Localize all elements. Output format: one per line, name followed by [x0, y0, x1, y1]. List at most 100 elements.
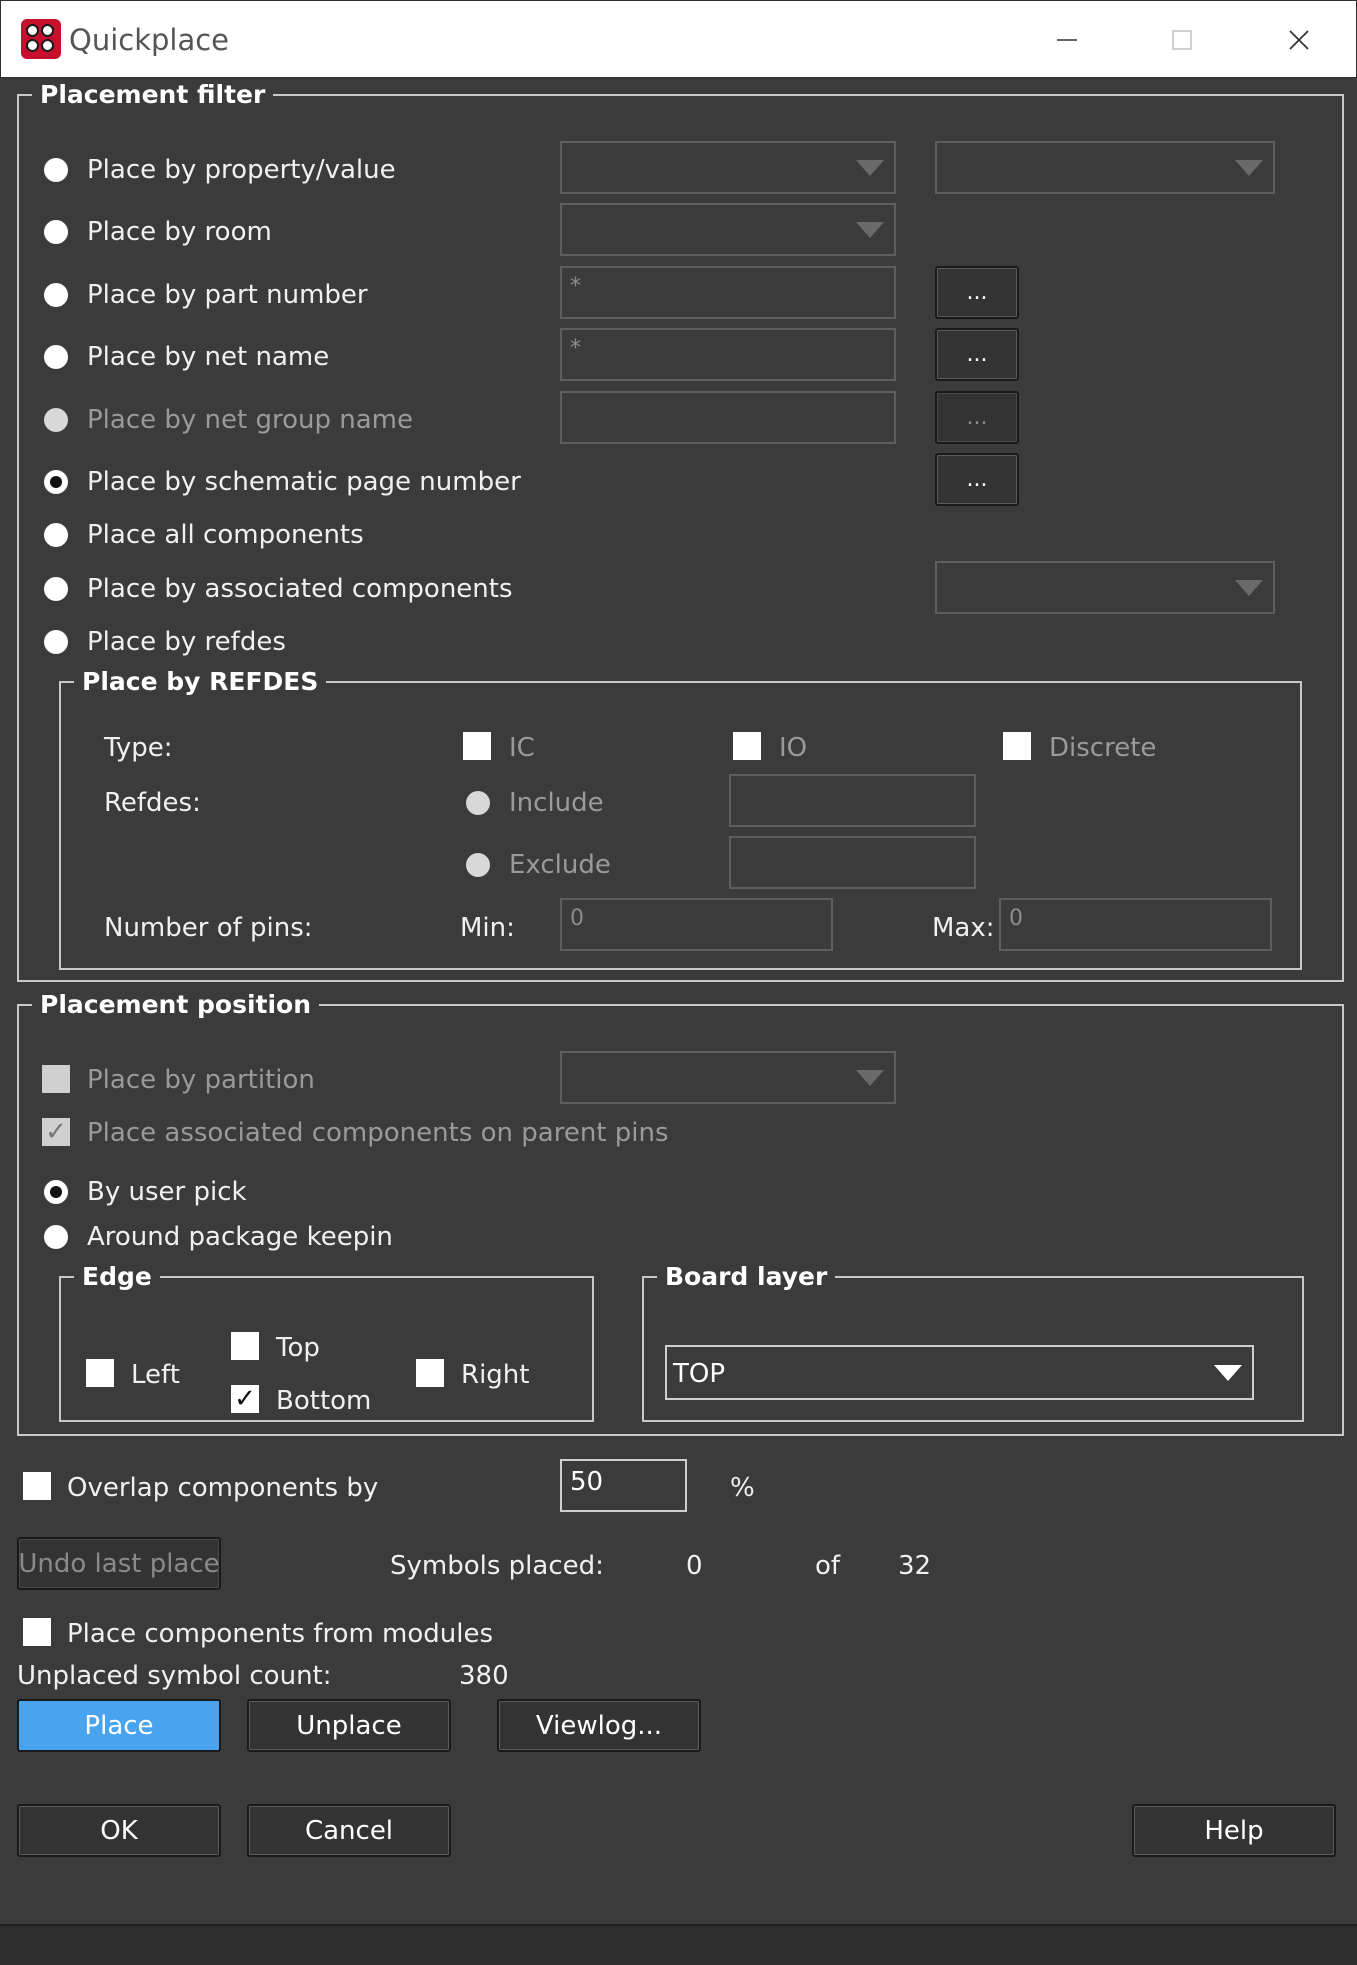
edge-top-checkbox[interactable]: [231, 1332, 259, 1360]
partition-select[interactable]: [560, 1051, 896, 1104]
unplaced-count-value: 380: [459, 1661, 509, 1691]
partition-checkbox[interactable]: [42, 1065, 70, 1093]
edge-left-checkbox[interactable]: [86, 1359, 114, 1387]
unplace-button[interactable]: Unplace: [247, 1699, 451, 1752]
schematic-page-number-label: Place by schematic page number: [87, 467, 521, 497]
radio-property-value[interactable]: [44, 158, 68, 182]
help-button[interactable]: Help: [1132, 1804, 1336, 1857]
symbols-placed-label: Symbols placed:: [390, 1551, 604, 1581]
refdes-group-legend: Place by REFDES: [74, 667, 327, 696]
overlap-unit: %: [730, 1473, 755, 1503]
chevron-down-icon: [1235, 159, 1263, 176]
overlap-input[interactable]: 50: [560, 1459, 687, 1512]
edge-top-label: Top: [276, 1333, 320, 1363]
ok-button[interactable]: OK: [17, 1804, 221, 1857]
board-layer-select[interactable]: TOP: [665, 1345, 1254, 1400]
discrete-label: Discrete: [1049, 733, 1157, 763]
cancel-button[interactable]: Cancel: [247, 1804, 451, 1857]
discrete-checkbox[interactable]: [1003, 732, 1031, 760]
net-name-browse-button[interactable]: ...: [935, 328, 1019, 381]
net-name-input[interactable]: *: [560, 328, 896, 381]
modules-checkbox[interactable]: [23, 1618, 51, 1646]
placement-filter-legend: Placement filter: [32, 80, 274, 109]
min-pins-input[interactable]: 0: [560, 898, 833, 951]
partition-label: Place by partition: [87, 1065, 315, 1095]
radio-include[interactable]: [466, 791, 490, 815]
radio-around-package-keepin[interactable]: [44, 1225, 68, 1249]
title-bar: Quickplace: [0, 0, 1357, 78]
io-checkbox[interactable]: [733, 732, 761, 760]
chevron-down-icon: [856, 1069, 884, 1086]
board-layer-value: TOP: [673, 1359, 726, 1389]
radio-all-components[interactable]: [44, 523, 68, 547]
placement-position-legend: Placement position: [32, 990, 320, 1019]
part-number-label: Place by part number: [87, 280, 368, 310]
net-group-browse-button[interactable]: ...: [935, 391, 1019, 444]
net-group-name-input[interactable]: [560, 391, 896, 444]
chevron-down-icon: [856, 221, 884, 238]
property-select[interactable]: [560, 141, 896, 194]
overlap-label: Overlap components by: [67, 1473, 379, 1503]
status-bar: [0, 1924, 1357, 1965]
exclude-input[interactable]: [729, 836, 976, 889]
radio-part-number[interactable]: [44, 283, 68, 307]
include-input[interactable]: [729, 774, 976, 827]
include-label: Include: [509, 788, 604, 818]
io-label: IO: [779, 733, 808, 763]
ic-checkbox[interactable]: [463, 732, 491, 760]
all-components-label: Place all components: [87, 520, 364, 550]
board-layer-legend: Board layer: [657, 1262, 836, 1291]
radio-associated-components[interactable]: [44, 577, 68, 601]
chevron-down-icon: [1214, 1364, 1242, 1381]
quickplace-app-icon: [21, 19, 61, 59]
part-number-input[interactable]: *: [560, 266, 896, 319]
viewlog-button[interactable]: Viewlog...: [497, 1699, 701, 1752]
edge-legend: Edge: [74, 1262, 160, 1291]
value-select[interactable]: [935, 141, 1275, 194]
min-label: Min:: [460, 913, 515, 943]
assoc-parent-pins-label: Place associated components on parent pi…: [87, 1118, 669, 1148]
associated-components-label: Place by associated components: [87, 574, 513, 604]
schematic-page-browse-button[interactable]: ...: [935, 453, 1019, 506]
by-user-pick-label: By user pick: [87, 1177, 247, 1207]
part-number-browse-button[interactable]: ...: [935, 266, 1019, 319]
radio-schematic-page-number[interactable]: [44, 470, 68, 494]
overlap-checkbox[interactable]: [23, 1472, 51, 1500]
radio-refdes[interactable]: [44, 630, 68, 654]
radio-room[interactable]: [44, 220, 68, 244]
refdes-label: Place by refdes: [87, 627, 286, 657]
room-label: Place by room: [87, 217, 272, 247]
modules-label: Place components from modules: [67, 1619, 494, 1649]
refdes-field-label: Refdes:: [104, 788, 201, 818]
chevron-down-icon: [1235, 579, 1263, 596]
window-title: Quickplace: [69, 23, 230, 57]
edge-bottom-checkbox[interactable]: ✓: [231, 1385, 259, 1413]
edge-right-checkbox[interactable]: [416, 1359, 444, 1387]
radio-net-group-name[interactable]: [44, 408, 68, 432]
edge-bottom-label: Bottom: [276, 1386, 372, 1416]
property-value-label: Place by property/value: [87, 155, 396, 185]
minimize-icon[interactable]: [1037, 15, 1097, 65]
edge-left-label: Left: [131, 1360, 180, 1390]
type-label: Type:: [104, 733, 173, 763]
place-button[interactable]: Place: [17, 1699, 221, 1752]
symbols-placed-of: of: [815, 1551, 841, 1581]
undo-last-place-button[interactable]: Undo last place: [17, 1537, 221, 1590]
net-group-name-label: Place by net group name: [87, 405, 413, 435]
unplaced-count-label: Unplaced symbol count:: [17, 1661, 332, 1691]
close-icon[interactable]: [1269, 15, 1329, 65]
around-package-keepin-label: Around package keepin: [87, 1222, 393, 1252]
radio-net-name[interactable]: [44, 345, 68, 369]
number-of-pins-label: Number of pins:: [104, 913, 313, 943]
radio-exclude[interactable]: [466, 853, 490, 877]
room-select[interactable]: [560, 203, 896, 256]
ic-label: IC: [509, 733, 535, 763]
radio-by-user-pick[interactable]: [44, 1180, 68, 1204]
chevron-down-icon: [856, 159, 884, 176]
associated-components-select[interactable]: [935, 561, 1275, 614]
max-label: Max:: [932, 913, 995, 943]
maximize-icon[interactable]: [1152, 15, 1212, 65]
assoc-parent-pins-checkbox[interactable]: ✓: [42, 1118, 70, 1146]
symbols-placed-count: 0: [686, 1551, 703, 1581]
max-pins-input[interactable]: 0: [999, 898, 1272, 951]
